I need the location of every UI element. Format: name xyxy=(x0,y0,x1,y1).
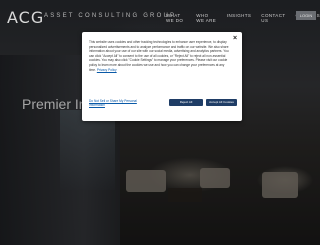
nav-item-insights[interactable]: INSIGHTS xyxy=(227,13,251,23)
privacy-policy-link[interactable]: Privacy Policy xyxy=(97,68,117,72)
close-icon[interactable]: × xyxy=(232,35,238,42)
top-navigation: ACG ASSET CONSULTING GROUP WHAT WE DO WH… xyxy=(0,0,320,32)
logo-subtext: ASSET CONSULTING GROUP xyxy=(44,13,177,19)
login-button[interactable]: LOGIN xyxy=(296,11,316,20)
nav-item-what-we-do[interactable]: WHAT WE DO xyxy=(166,13,186,23)
cookie-body-text: This website uses cookies and other trac… xyxy=(89,40,229,72)
reject-all-button[interactable]: Reject All xyxy=(169,99,203,106)
nav-item-who-we-are[interactable]: WHO WE ARE xyxy=(196,13,217,23)
accept-all-button[interactable]: Accept All Cookies xyxy=(206,99,237,106)
cookie-consent-dialog: × This website uses cookies and other tr… xyxy=(82,32,242,121)
nav-item-contact-us[interactable]: CONTACT US xyxy=(261,13,285,23)
do-not-sell-link[interactable]: Do Not Sell or Share My Personal Informa… xyxy=(89,99,149,108)
logo[interactable]: ACG xyxy=(7,8,44,27)
